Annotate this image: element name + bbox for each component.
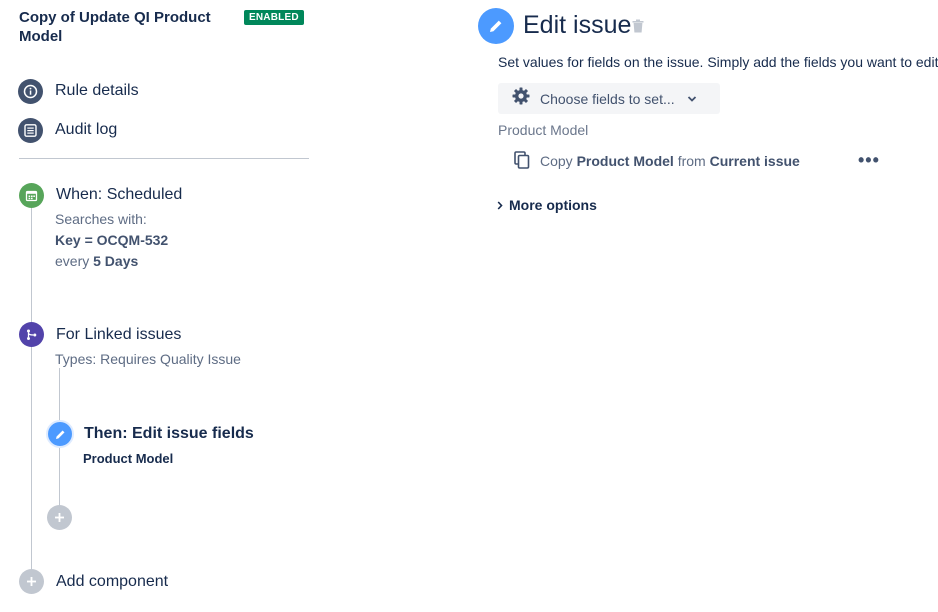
- branch-title[interactable]: For Linked issues: [56, 326, 181, 344]
- add-nested-component-button[interactable]: [47, 505, 72, 530]
- copy-icon: [514, 150, 530, 172]
- copy-source: Current issue: [709, 153, 800, 169]
- trigger-frequency: every 5 Days: [55, 253, 138, 269]
- calendar-icon[interactable]: [19, 183, 44, 208]
- copy-word: Copy: [540, 153, 573, 169]
- rule-sidebar: Copy of Update QI Product Model ENABLED …: [0, 0, 330, 612]
- trigger-every-label: every: [55, 253, 90, 269]
- trash-icon[interactable]: [632, 19, 644, 38]
- trigger-searches-label: Searches with:: [55, 211, 147, 227]
- choose-fields-button[interactable]: Choose fields to set...: [498, 83, 720, 114]
- gear-icon: [511, 86, 531, 111]
- more-actions-icon[interactable]: •••: [858, 151, 880, 169]
- add-component-icon[interactable]: [19, 569, 44, 594]
- action-title[interactable]: Then: Edit issue fields: [84, 425, 254, 443]
- editor-description: Set values for fields on the issue. Simp…: [498, 54, 938, 70]
- list-icon: [18, 117, 43, 143]
- copy-field-name: Product Model: [576, 153, 674, 169]
- pencil-icon: [478, 8, 514, 44]
- nav-rule-details-label: Rule details: [55, 82, 139, 99]
- copy-field-row[interactable]: Copy Product Model from Current issue: [514, 150, 800, 172]
- from-word: from: [677, 153, 706, 169]
- divider: [19, 158, 309, 159]
- status-badge: ENABLED: [244, 10, 304, 25]
- trigger-every-value: 5 Days: [93, 253, 139, 269]
- nav-rule-details[interactable]: Rule details: [18, 78, 139, 104]
- branch-types: Types: Requires Quality Issue: [55, 351, 241, 367]
- timeline-line: [31, 207, 32, 572]
- trigger-jql-value: Key = OCQM-532: [55, 232, 169, 248]
- editor-title: Edit issue: [523, 11, 632, 39]
- trigger-jql: Key = OCQM-532: [55, 232, 168, 248]
- add-component-button[interactable]: Add component: [56, 573, 168, 591]
- more-options-label: More options: [509, 197, 597, 213]
- field-label: Product Model: [498, 122, 589, 138]
- action-subtitle: Product Model: [83, 451, 174, 466]
- info-icon: [18, 78, 43, 104]
- chevron-down-icon: [687, 90, 697, 108]
- nav-audit-log-label: Audit log: [55, 121, 118, 138]
- pencil-icon[interactable]: [46, 420, 74, 448]
- nav-audit-log[interactable]: Audit log: [18, 117, 117, 143]
- trigger-title[interactable]: When: Scheduled: [56, 186, 182, 204]
- more-options-toggle[interactable]: More options: [497, 197, 597, 213]
- choose-fields-label: Choose fields to set...: [540, 90, 675, 107]
- branch-icon[interactable]: [19, 322, 44, 347]
- chevron-right-icon: [497, 197, 503, 213]
- rule-title: Copy of Update QI Product Model: [19, 9, 211, 45]
